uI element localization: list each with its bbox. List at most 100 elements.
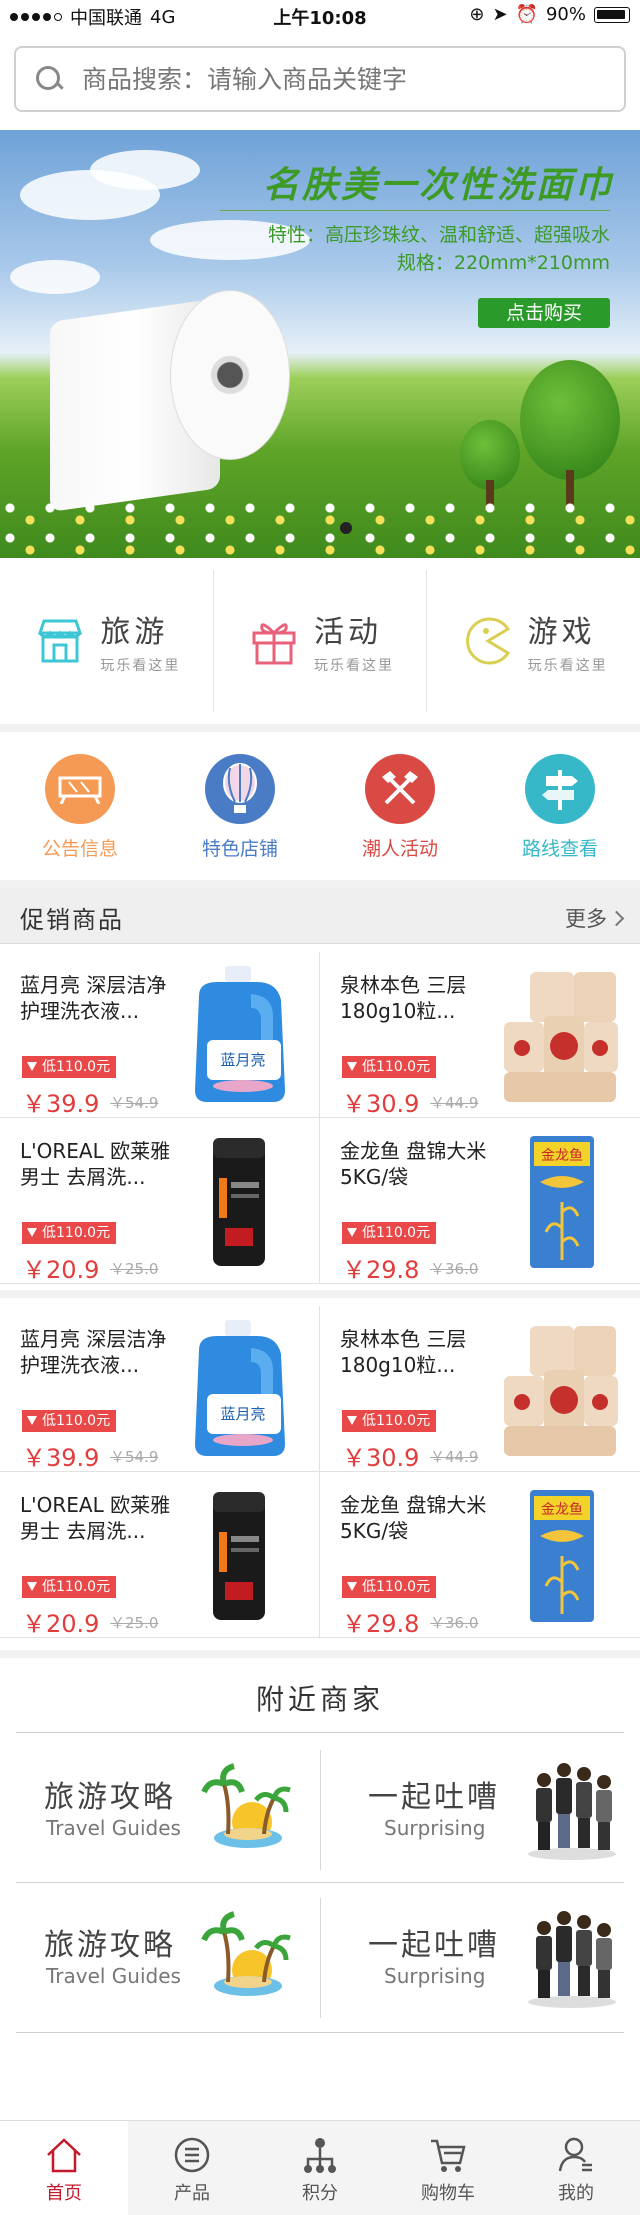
tissue-pack-image <box>504 1326 618 1456</box>
banner-title: 名肤美一次性洗面巾 <box>262 164 614 206</box>
product-price: ￥30.9 <box>342 1444 420 1472</box>
nearby-merchants-section: 附近商家 旅游攻略 Travel Guides 一起吐嘈 Surprising … <box>0 1658 640 2120</box>
info-label: 特色店铺 <box>201 838 278 860</box>
nearby-item-title: 一起吐嘈 <box>368 1780 500 1815</box>
search-icon <box>34 64 64 94</box>
product-name: 金龙鱼 盘锦大米 5KG/袋 <box>340 1139 487 1189</box>
rice-bag-image: 金龙鱼 <box>530 1136 594 1268</box>
nearby-item-subtitle: Travel Guides <box>46 1964 181 1988</box>
product-price: ￥30.9 <box>342 1090 420 1118</box>
signpost-icon <box>525 754 595 824</box>
people-group-icon <box>528 1763 616 1860</box>
original-price: ￥25.0 <box>110 1260 159 1278</box>
svg-text:蓝月亮: 蓝月亮 <box>220 1405 265 1423</box>
more-link[interactable]: 更多 <box>565 903 625 933</box>
status-bar: 中国联通 4G 上午10:08 ⊕ ➤ ⏰ 90% <box>0 0 640 30</box>
palm-island-icon <box>201 1911 291 1996</box>
towel-roll-image <box>40 290 320 512</box>
original-price: ￥44.9 <box>430 1448 479 1466</box>
product-card[interactable]: 泉林本色 三层180g10粒... 低110.0元 ￥30.9 ￥44.9 <box>320 952 640 1118</box>
product-grid: 蓝月亮 深层洁净护理洗衣液... 低110.0元 ￥39.9 ￥54.9 蓝月亮… <box>0 1298 640 1650</box>
product-card[interactable]: 金龙鱼 盘锦大米 5KG/袋 低110.0元 ￥29.8 ￥36.0 金龙鱼 <box>320 1472 640 1638</box>
rice-bag-image: 金龙鱼 <box>530 1490 594 1622</box>
discount-tag: 低110.0元 <box>342 1576 437 1598</box>
nearby-title: 附近商家 <box>255 1683 384 1716</box>
discount-tag: 低110.0元 <box>22 1410 117 1432</box>
product-card[interactable]: L'OREAL 欧莱雅男士 去屑洗... 低110.0元 ￥20.9 ￥25.0 <box>0 1118 320 1284</box>
category-title: 游戏 <box>527 615 596 650</box>
product-card[interactable]: 金龙鱼 盘锦大米 5KG/袋 低110.0元 ￥29.8 ￥36.0 金龙鱼 <box>320 1118 640 1284</box>
tab-mine[interactable]: 我的 <box>512 2121 640 2215</box>
alarm-icon: ⏰ <box>515 4 538 25</box>
nearby-item-title: 旅游攻略 <box>44 1780 176 1815</box>
product-price: ￥39.9 <box>22 1444 100 1472</box>
tab-label: 购物车 <box>421 2183 475 2204</box>
nearby-item-surprising[interactable]: 一起吐嘈 Surprising <box>328 1738 632 1878</box>
category-sub: 玩乐看这里 <box>314 658 394 674</box>
info-label: 潮人活动 <box>361 838 438 860</box>
category-sub: 玩乐看这里 <box>527 658 608 674</box>
nearby-item-title: 旅游攻略 <box>44 1928 176 1963</box>
discount-tag: 低110.0元 <box>342 1410 437 1432</box>
info-label: 路线查看 <box>521 838 598 860</box>
info-route[interactable]: 路线查看 <box>480 732 640 880</box>
discount-tag: 低110.0元 <box>22 1056 117 1078</box>
category-travel[interactable]: 旅游 玩乐看这里 <box>0 570 214 712</box>
product-name: 泉林本色 三层180g10粒... <box>340 973 467 1023</box>
location-icon: ➤ <box>492 4 508 25</box>
bottom-tab-bar: 首页 产品 积分 购物车 我的 <box>0 2120 640 2215</box>
banner-features: 特性：高压珍珠纹、温和舒适、超强吸水 <box>267 224 610 246</box>
tab-home[interactable]: 首页 <box>0 2121 128 2215</box>
discount-tag: 低110.0元 <box>342 1222 437 1244</box>
promo-banner[interactable]: 名肤美一次性洗面巾 特性：高压珍珠纹、温和舒适、超强吸水 规格：220mm*21… <box>0 130 640 558</box>
product-grid: 蓝月亮 深层洁净护理洗衣液... 低110.0元 ￥39.9 ￥54.9 蓝月亮… <box>0 944 640 1290</box>
battery-percent: 90% <box>545 4 586 25</box>
product-price: ￥29.8 <box>342 1610 420 1638</box>
user-icon <box>558 2137 592 2172</box>
detergent-image: 蓝月亮 <box>195 966 285 1102</box>
shampoo-bottle-image <box>213 1138 265 1266</box>
category-games[interactable]: 游戏 玩乐看这里 <box>427 570 640 712</box>
palm-island-icon <box>201 1763 291 1848</box>
tab-products[interactable]: 产品 <box>128 2121 256 2215</box>
buy-button[interactable]: 点击购买 <box>478 298 610 328</box>
balloon-icon <box>205 754 275 824</box>
nearby-item-travel-guides[interactable]: 旅游攻略 Travel Guides <box>16 1738 320 1878</box>
product-name: 泉林本色 三层180g10粒... <box>340 1327 467 1377</box>
search-input[interactable] <box>82 64 624 94</box>
shop-icon <box>38 619 83 663</box>
category-title: 旅游 <box>100 615 169 650</box>
carousel-indicator[interactable] <box>340 522 352 534</box>
info-shops[interactable]: 特色店铺 <box>160 732 320 880</box>
search-bar-area <box>0 30 640 130</box>
product-card[interactable]: L'OREAL 欧莱雅男士 去屑洗... 低110.0元 ￥20.9 ￥25.0 <box>0 1472 320 1638</box>
product-card[interactable]: 泉林本色 三层180g10粒... 低110.0元 ￥30.9 ￥44.9 <box>320 1306 640 1472</box>
discount-tag: 低110.0元 <box>342 1056 437 1078</box>
svg-text:蓝月亮: 蓝月亮 <box>220 1051 265 1069</box>
people-group-icon <box>528 1911 616 2008</box>
search-box[interactable] <box>14 46 626 112</box>
product-card[interactable]: 蓝月亮 深层洁净护理洗衣液... 低110.0元 ￥39.9 ￥54.9 蓝月亮 <box>0 952 320 1118</box>
tab-cart[interactable]: 购物车 <box>384 2121 512 2215</box>
nearby-item-title: 一起吐嘈 <box>368 1928 500 1963</box>
product-card[interactable]: 蓝月亮 深层洁净护理洗衣液... 低110.0元 ￥39.9 ￥54.9 蓝月亮 <box>0 1306 320 1472</box>
product-name: L'OREAL 欧莱雅男士 去屑洗... <box>20 1493 171 1543</box>
product-price: ￥29.8 <box>342 1256 420 1284</box>
notice-icon <box>45 754 115 824</box>
tab-points[interactable]: 积分 <box>256 2121 384 2215</box>
nearby-item-surprising[interactable]: 一起吐嘈 Surprising <box>328 1886 632 2026</box>
tab-label: 积分 <box>302 2183 338 2204</box>
nearby-item-subtitle: Travel Guides <box>46 1816 181 1840</box>
info-events[interactable]: 潮人活动 <box>320 732 480 880</box>
category-activity[interactable]: 活动 玩乐看这里 <box>214 570 428 712</box>
product-name: L'OREAL 欧莱雅男士 去屑洗... <box>20 1139 171 1189</box>
pacman-icon <box>465 617 510 665</box>
tab-label: 产品 <box>174 2183 210 2204</box>
product-price: ￥20.9 <box>22 1610 100 1638</box>
info-label: 公告信息 <box>41 838 118 860</box>
original-price: ￥54.9 <box>110 1094 159 1112</box>
tab-label: 首页 <box>46 2183 82 2204</box>
nearby-item-travel-guides[interactable]: 旅游攻略 Travel Guides <box>16 1886 320 2026</box>
detergent-image: 蓝月亮 <box>195 1320 285 1456</box>
info-notice[interactable]: 公告信息 <box>0 732 160 880</box>
